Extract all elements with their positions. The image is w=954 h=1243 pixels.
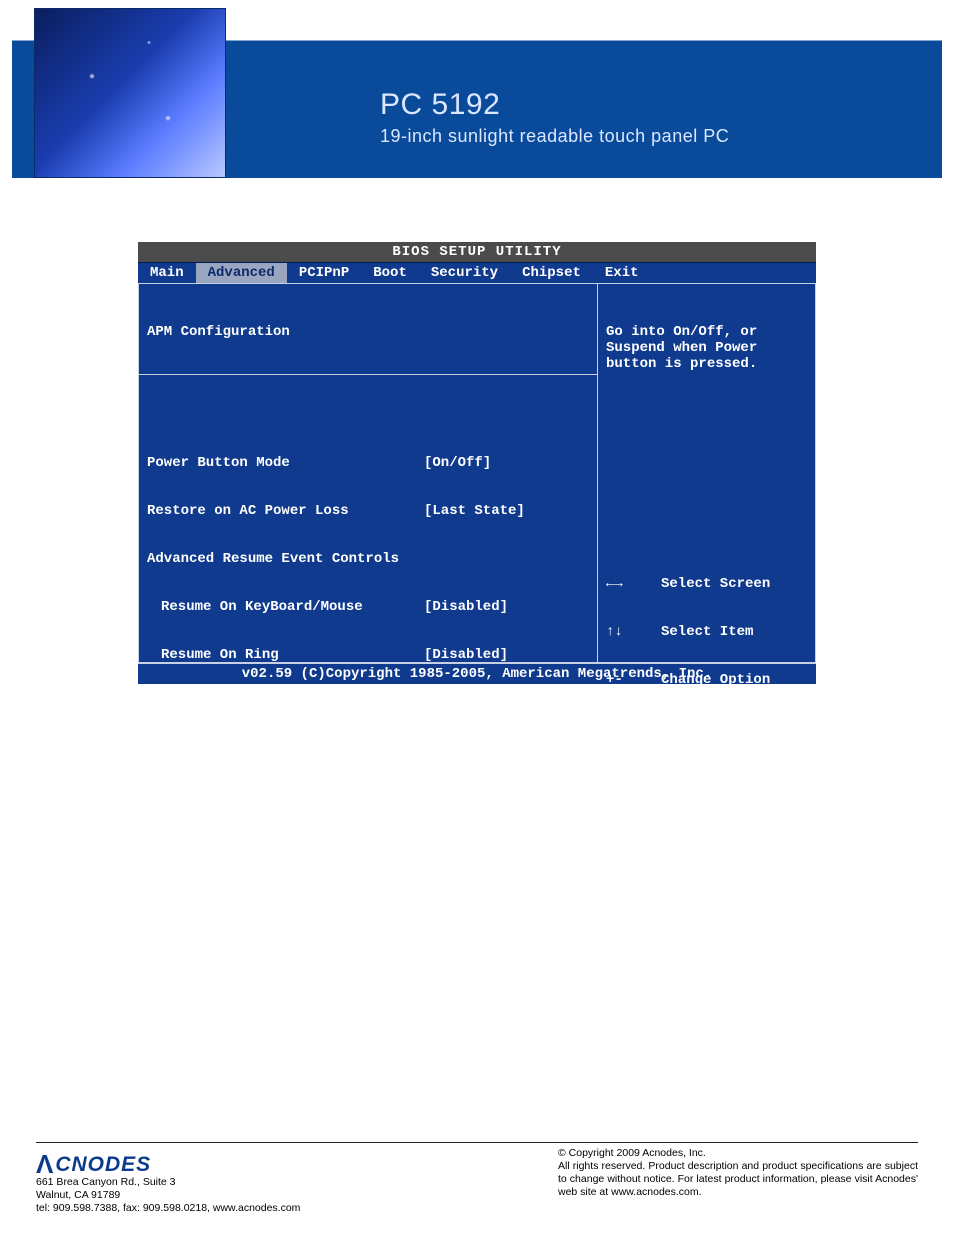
logo-icon: Λ bbox=[36, 1149, 54, 1180]
page-banner: PC 5192 19-inch sunlight readable touch … bbox=[12, 8, 942, 178]
setting-value: [On/Off] bbox=[424, 455, 491, 471]
setting-row[interactable]: Resume On Ring [Disabled] bbox=[147, 647, 589, 663]
tab-main[interactable]: Main bbox=[138, 263, 196, 283]
product-title: PC 5192 bbox=[380, 88, 500, 122]
setting-value: [Disabled] bbox=[424, 599, 508, 615]
key-label: F10 bbox=[606, 768, 661, 784]
nav-action: General Help bbox=[661, 720, 762, 736]
setting-value: [Enabled] bbox=[424, 695, 500, 711]
nav-key-row: ESCExit bbox=[606, 816, 807, 832]
subsection-title: Advanced Resume Event Controls bbox=[147, 551, 589, 567]
copyright-line: © Copyright 2009 Acnodes, Inc. bbox=[558, 1147, 918, 1160]
arrows-lr-icon: ←→ bbox=[606, 576, 661, 592]
setting-label: Restore on AC Power Loss bbox=[147, 503, 424, 519]
setting-label: Power Button Mode bbox=[147, 455, 424, 471]
setting-value: [Disabled] bbox=[424, 647, 508, 663]
tab-security[interactable]: Security bbox=[419, 263, 510, 283]
setting-row[interactable]: Restore on AC Power Loss [Last State] bbox=[147, 503, 589, 519]
setting-label: Resume On RTC Alarm bbox=[147, 743, 424, 759]
key-label: F1 bbox=[606, 720, 661, 736]
bios-window-title: BIOS SETUP UTILITY bbox=[138, 242, 816, 263]
help-text: Go into On/Off, or Suspend when Power bu… bbox=[606, 324, 807, 372]
nav-key-row: F1General Help bbox=[606, 720, 807, 736]
setting-label: Resume On Ring bbox=[147, 647, 424, 663]
tab-boot[interactable]: Boot bbox=[361, 263, 419, 283]
tab-advanced[interactable]: Advanced bbox=[196, 263, 287, 283]
tab-exit[interactable]: Exit bbox=[593, 263, 651, 283]
nav-key-row: F10Save and Exit bbox=[606, 768, 807, 784]
address-line: Walnut, CA 91789 bbox=[36, 1189, 436, 1202]
nav-action: Select Screen bbox=[661, 576, 770, 592]
contact-line: tel: 909.598.7388, fax: 909.598.0218, ww… bbox=[36, 1202, 436, 1215]
nav-action: Select Item bbox=[661, 624, 753, 640]
key-label: ESC bbox=[606, 816, 661, 832]
setting-row[interactable]: Power Button Mode [On/Off] bbox=[147, 455, 589, 471]
address-line: 661 Brea Canyon Rd., Suite 3 bbox=[36, 1176, 436, 1189]
bios-screenshot: BIOS SETUP UTILITY Main Advanced PCIPnP … bbox=[138, 242, 816, 684]
footer-divider bbox=[36, 1142, 918, 1143]
product-subtitle: 19-inch sunlight readable touch panel PC bbox=[380, 126, 729, 147]
bios-settings-pane: APM Configuration Power Button Mode [On/… bbox=[138, 283, 598, 663]
setting-value: [Disabled] bbox=[424, 743, 508, 759]
tab-chipset[interactable]: Chipset bbox=[510, 263, 593, 283]
nav-key-row: ↑↓Select Item bbox=[606, 624, 807, 640]
legal-line: All rights reserved. Product description… bbox=[558, 1160, 918, 1199]
bios-help-pane: Go into On/Off, or Suspend when Power bu… bbox=[598, 283, 816, 663]
setting-label: Resume On PCIE bbox=[147, 695, 424, 711]
setting-label: Resume On KeyBoard/Mouse bbox=[147, 599, 424, 615]
arrows-ud-icon: ↑↓ bbox=[606, 624, 661, 640]
nav-key-row: ←→Select Screen bbox=[606, 576, 807, 592]
nav-action: Exit bbox=[661, 816, 695, 832]
logo-text: CNODES bbox=[55, 1153, 151, 1177]
page-footer: ΛCNODES 661 Brea Canyon Rd., Suite 3 Wal… bbox=[36, 1142, 918, 1215]
section-title: APM Configuration bbox=[147, 324, 589, 340]
setting-row[interactable]: Resume On PCIE [Enabled] bbox=[147, 695, 589, 711]
setting-row[interactable]: Resume On KeyBoard/Mouse [Disabled] bbox=[147, 599, 589, 615]
banner-image bbox=[34, 8, 226, 178]
nav-action: Save and Exit bbox=[661, 768, 770, 784]
setting-value: [Last State] bbox=[424, 503, 525, 519]
bios-tab-bar: Main Advanced PCIPnP Boot Security Chips… bbox=[138, 263, 816, 283]
tab-pcipnp[interactable]: PCIPnP bbox=[287, 263, 361, 283]
company-logo: ΛCNODES bbox=[36, 1147, 436, 1178]
setting-row[interactable]: Resume On RTC Alarm [Disabled] bbox=[147, 743, 589, 759]
